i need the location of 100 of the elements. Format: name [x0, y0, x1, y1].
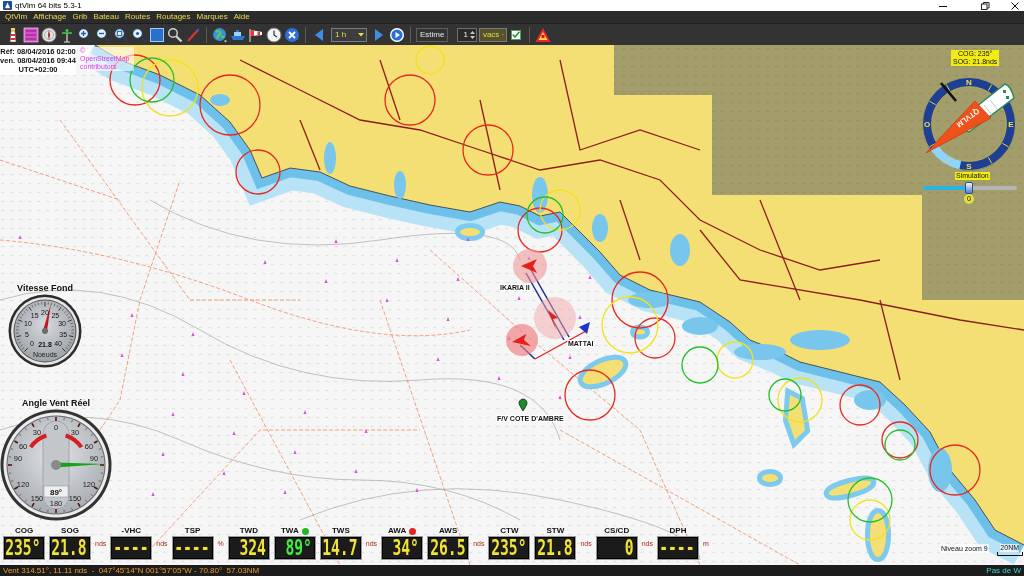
triangle-marker-icon [497, 376, 501, 380]
water-area [394, 171, 406, 199]
checkbox[interactable] [510, 29, 521, 40]
triangle-marker-icon [446, 317, 450, 321]
instrument-value: 235° [3, 536, 45, 560]
globe-icon[interactable] [212, 26, 228, 43]
range-circle [929, 444, 981, 496]
menu-item[interactable]: Aide [233, 11, 250, 23]
water-area [628, 292, 672, 308]
instrument-label: -VHC [121, 526, 142, 536]
clock-icon[interactable] [266, 26, 282, 43]
zoom-in-icon[interactable] [77, 26, 93, 43]
compass-letter: S [966, 162, 972, 171]
triangle-marker-icon [517, 296, 521, 300]
instrument-value: 235° [488, 536, 531, 560]
triangle-marker-icon [436, 357, 440, 361]
triangle-marker-icon [232, 431, 236, 435]
instrument-label: AWA [388, 526, 407, 536]
windsock-icon[interactable] [248, 26, 264, 43]
zoom-box-icon[interactable] [113, 26, 129, 43]
filled-square-icon[interactable] [149, 26, 165, 43]
triangle-marker-icon [466, 237, 470, 241]
triangle-marker-icon [263, 260, 267, 264]
magnifier-icon[interactable] [131, 26, 147, 43]
triangle-marker-icon [18, 235, 22, 239]
gauge-title: Vitesse Fond [17, 282, 73, 294]
island [630, 324, 650, 340]
estimate-label: Estime [416, 27, 449, 42]
range-circle [141, 59, 199, 117]
instrument-label: TWA [280, 526, 299, 536]
menu-item[interactable]: QtVlm [5, 11, 28, 23]
warning-icon[interactable] [534, 26, 551, 43]
restore-icon[interactable] [980, 0, 990, 11]
triangle-marker-icon [456, 277, 460, 281]
slider-thumb[interactable] [965, 182, 974, 194]
unit-dropdown[interactable]: vacs [478, 27, 507, 42]
range-circle [839, 384, 881, 426]
triangle-marker-icon [354, 469, 358, 473]
water-area [324, 142, 336, 174]
island [455, 223, 485, 241]
status-message: Pas de W [986, 565, 1022, 576]
compass-letter: N [966, 78, 972, 87]
menu-item[interactable]: Grib [72, 11, 88, 23]
triangle-marker-icon [324, 279, 328, 283]
play-icon[interactable] [389, 26, 405, 43]
instrument-label: TWS [331, 526, 350, 536]
time-step-dropdown[interactable]: 1 h [331, 27, 367, 42]
boat-marker-icon[interactable] [506, 324, 538, 356]
menu-item[interactable]: Bateau [93, 11, 119, 23]
compass-letter: E [1008, 120, 1014, 129]
range-circle [611, 271, 669, 329]
compass-letter: O [923, 120, 931, 129]
triangle-marker-icon [588, 275, 592, 279]
range-circle [681, 346, 719, 384]
boat-marker-icon[interactable] [513, 249, 547, 283]
triangle-marker-icon [578, 315, 582, 319]
boat-marker-icon[interactable] [534, 297, 576, 339]
range-circle [564, 369, 616, 421]
instrument-value: 0 [595, 536, 638, 560]
water-area [532, 177, 548, 213]
menu-item[interactable]: Routages [156, 11, 191, 23]
menu-item[interactable]: Affichage [33, 11, 67, 23]
triangle-marker-icon [303, 410, 307, 414]
search-icon[interactable] [167, 26, 183, 43]
triangle-marker-icon [283, 490, 287, 494]
scale-bar [996, 552, 1023, 556]
triangle-marker-icon [120, 353, 124, 357]
triangle-marker-icon [415, 488, 419, 492]
instrument-label: CS/CD [604, 526, 630, 536]
menu-item[interactable]: Marques [196, 11, 228, 23]
close-icon[interactable] [1010, 0, 1020, 11]
count-spinbox[interactable]: 1 [457, 27, 477, 42]
cross-circle-icon[interactable] [284, 26, 300, 43]
menu-item[interactable]: Routes [124, 11, 151, 23]
triangle-marker-icon [507, 336, 511, 340]
triangle-marker-icon [151, 492, 155, 496]
triangle-marker-icon [222, 471, 226, 475]
instrument-label: CTW [500, 526, 519, 536]
triangle-marker-icon [130, 313, 134, 317]
range-circle [235, 149, 281, 195]
triangle-marker-icon [568, 355, 572, 359]
instrument-value: ---- [110, 536, 153, 560]
water-area [210, 94, 230, 106]
triangle-marker-icon [242, 391, 246, 395]
water-area [734, 344, 786, 360]
pattern-tile-icon[interactable] [23, 26, 39, 43]
range-circle [884, 429, 916, 461]
range-circle [199, 74, 261, 136]
vessel-marker-icon[interactable] [518, 398, 528, 412]
water-area [670, 234, 690, 266]
mast-icon[interactable] [59, 26, 75, 43]
triangle-marker-icon [395, 258, 399, 262]
triangle-marker-icon [558, 395, 562, 399]
instrument-value: 14.7 [319, 536, 362, 560]
zoom-out-icon[interactable] [95, 26, 111, 43]
instrument-value: 21.8 [49, 536, 91, 560]
instrument-value: 34° [381, 536, 424, 560]
compass-icon[interactable] [41, 26, 57, 43]
status-text: Vent 314.51°, 11.11 nds - 047°45'14"N 001°57'05"W - 70.80° 57.03NM [3, 565, 260, 576]
water-area [592, 214, 608, 242]
